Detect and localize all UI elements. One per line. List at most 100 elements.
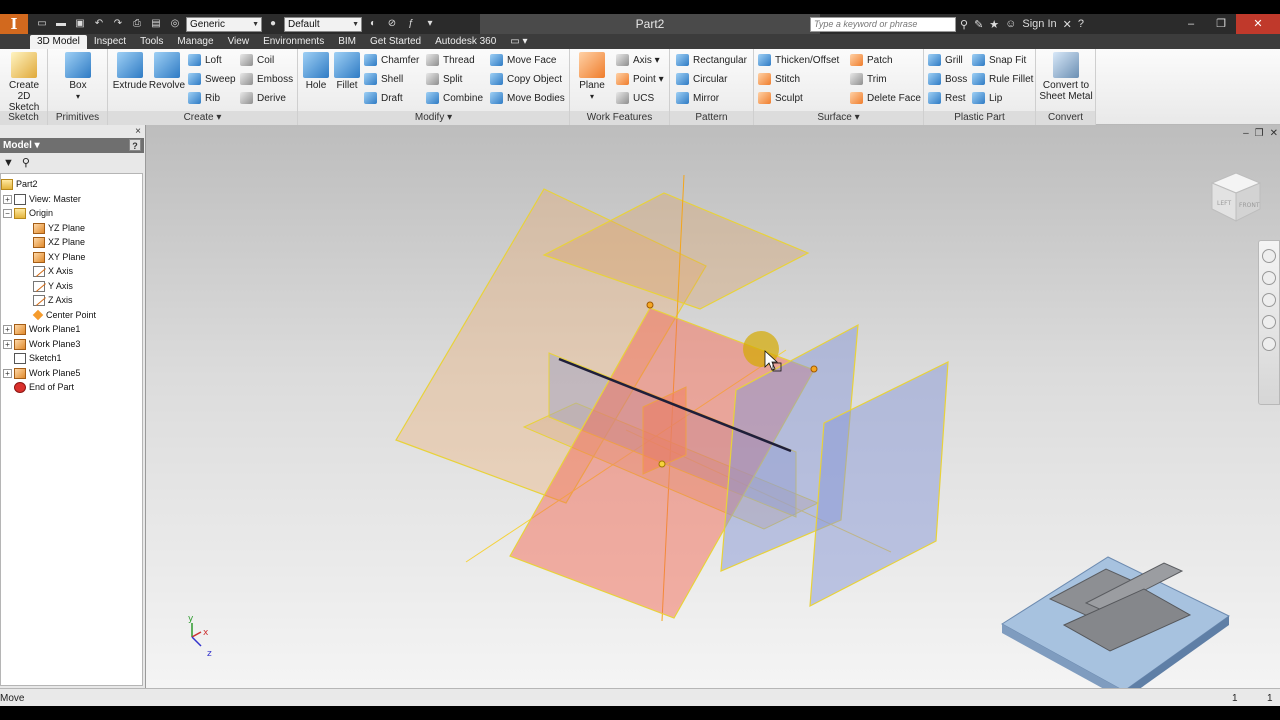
fillet-button[interactable]: Fillet <box>332 52 362 91</box>
find-binoculars-icon[interactable]: ⚲ <box>22 156 30 169</box>
group-label-surface[interactable]: Surface ▾ <box>754 111 923 125</box>
tab-manage[interactable]: Manage <box>170 35 220 49</box>
chamfer-button[interactable]: Chamfer <box>364 52 419 68</box>
tree-node-center-point[interactable]: Center Point <box>32 308 96 322</box>
app-menu-button[interactable]: I <box>0 14 28 34</box>
move-bodies-button[interactable]: Move Bodies <box>490 90 565 106</box>
clear-icon[interactable]: ⊘ <box>384 17 400 31</box>
tab-bim[interactable]: BIM <box>331 35 363 49</box>
tree-node-work-plane5[interactable]: + Work Plane5 <box>3 366 80 380</box>
trim-button[interactable]: Trim <box>850 71 887 87</box>
tab-tools[interactable]: Tools <box>133 35 170 49</box>
fx-icon[interactable]: ƒ <box>403 17 419 31</box>
center-point[interactable] <box>658 460 666 468</box>
redo-icon[interactable]: ↷ <box>110 17 126 31</box>
hole-button[interactable]: Hole <box>300 52 332 91</box>
convert-to-sheet-metal-button[interactable]: Convert to Sheet Metal <box>1038 52 1094 102</box>
boss-button[interactable]: Boss <box>928 71 967 87</box>
help-icon[interactable]: ? <box>1078 18 1084 30</box>
loft-button[interactable]: Loft <box>188 52 222 68</box>
binoculars-icon[interactable]: ⚲ <box>960 18 968 31</box>
rib-button[interactable]: Rib <box>188 90 220 106</box>
extrude-button[interactable]: Extrude <box>110 52 150 91</box>
model-scene[interactable]: y x z <box>146 125 1280 688</box>
patch-button[interactable]: Patch <box>850 52 893 68</box>
graphics-viewport[interactable]: – ❐ ✕ y x z LEFT FRONT <box>146 125 1280 688</box>
grill-button[interactable]: Grill <box>928 52 963 68</box>
lip-button[interactable]: Lip <box>972 90 1002 106</box>
stitch-button[interactable]: Stitch <box>758 71 800 87</box>
draft-button[interactable]: Draft <box>364 90 403 106</box>
rectangular-button[interactable]: Rectangular <box>676 52 747 68</box>
group-label-create[interactable]: Create ▾ <box>108 111 297 125</box>
plane-button[interactable]: Plane ▾ <box>574 52 610 102</box>
circular-button[interactable]: Circular <box>676 71 727 87</box>
grip-point[interactable] <box>646 301 654 309</box>
expand-icon[interactable]: + <box>3 339 12 349</box>
new-icon[interactable]: ▭ <box>34 17 50 31</box>
tab-3d-model[interactable]: 3D Model <box>30 35 87 49</box>
tree-node-work-plane3[interactable]: + Work Plane3 <box>3 337 80 351</box>
tree-node-end-of-part[interactable]: End of Part <box>14 380 74 394</box>
browser-close-icon[interactable]: × <box>135 126 141 137</box>
tab-get-started[interactable]: Get Started <box>363 35 428 49</box>
material-dropdown[interactable]: Default ▼ <box>284 16 362 32</box>
thicken-offset-button[interactable]: Thicken/Offset <box>758 52 839 68</box>
coil-button[interactable]: Coil <box>240 52 274 68</box>
thread-button[interactable]: Thread <box>426 52 475 68</box>
box-button[interactable]: Box ▾ <box>58 52 98 102</box>
derive-button[interactable]: Derive <box>240 90 286 106</box>
browser-header[interactable]: Model ▾ ? <box>0 138 144 153</box>
undo-icon[interactable]: ↶ <box>91 17 107 31</box>
group-label-modify[interactable]: Modify ▾ <box>298 111 569 125</box>
help-search-input[interactable]: Type a keyword or phrase <box>810 17 956 32</box>
sign-in-link[interactable]: Sign In <box>1022 18 1056 30</box>
tab-autodesk-360[interactable]: Autodesk 360 <box>428 35 503 49</box>
rule-fillet-button[interactable]: Rule Fillet <box>972 71 1033 87</box>
filter-icon[interactable]: ▼ <box>3 157 14 169</box>
maximize-icon[interactable]: ❐ <box>1206 14 1236 34</box>
tree-node-work-plane1[interactable]: + Work Plane1 <box>3 322 80 336</box>
color-sphere-icon[interactable]: ● <box>265 17 281 31</box>
ucs-button[interactable]: UCS <box>616 90 654 106</box>
emboss-button[interactable]: Emboss <box>240 71 293 87</box>
sculpt-button[interactable]: Sculpt <box>758 90 803 106</box>
delete-face-button[interactable]: Delete Face <box>850 90 921 106</box>
expand-icon[interactable]: + <box>3 324 12 334</box>
copy-object-button[interactable]: Copy Object <box>490 71 562 87</box>
split-button[interactable]: Split <box>426 71 462 87</box>
orbit-icon[interactable] <box>1262 315 1276 329</box>
tab-inspect[interactable]: Inspect <box>87 35 133 49</box>
tree-node-sketch1[interactable]: Sketch1 <box>14 351 62 365</box>
customize-icon[interactable]: ▾ <box>422 17 438 31</box>
tree-node-z-axis[interactable]: Z Axis <box>33 293 73 307</box>
expand-icon[interactable]: + <box>3 368 12 378</box>
tab-environments[interactable]: Environments <box>256 35 331 49</box>
update-icon[interactable]: ◎ <box>167 17 183 31</box>
zoom-icon[interactable] <box>1262 293 1276 307</box>
grip-point[interactable] <box>810 365 818 373</box>
axis-button[interactable]: Axis ▾ <box>616 52 660 68</box>
save-icon[interactable]: ▣ <box>72 17 88 31</box>
expand-icon[interactable]: + <box>3 194 12 204</box>
minimize-icon[interactable]: – <box>1176 14 1206 34</box>
mirror-button[interactable]: Mirror <box>676 90 719 106</box>
combine-button[interactable]: Combine <box>426 90 483 106</box>
tree-node-xz-plane[interactable]: XZ Plane <box>33 235 85 249</box>
browser-help-icon[interactable]: ? <box>129 139 141 151</box>
close-icon[interactable]: ✕ <box>1236 14 1280 34</box>
sweep-button[interactable]: Sweep <box>188 71 236 87</box>
appearance-dropdown[interactable]: Generic ▼ <box>186 16 262 32</box>
tree-node-origin[interactable]: − Origin <box>3 206 53 220</box>
tree-node-xy-plane[interactable]: XY Plane <box>33 250 85 264</box>
tree-node-x-axis[interactable]: X Axis <box>33 264 73 278</box>
steering-wheel-icon[interactable] <box>1262 249 1276 263</box>
subscription-icon[interactable]: ★ <box>989 18 999 31</box>
point-button[interactable]: Point ▾ <box>616 71 664 87</box>
pan-icon[interactable] <box>1262 271 1276 285</box>
rest-button[interactable]: Rest <box>928 90 966 106</box>
move-face-button[interactable]: Move Face <box>490 52 556 68</box>
shell-button[interactable]: Shell <box>364 71 403 87</box>
open-icon[interactable]: ▬ <box>53 17 69 31</box>
tree-node-part2[interactable]: Part2 <box>1 177 38 191</box>
